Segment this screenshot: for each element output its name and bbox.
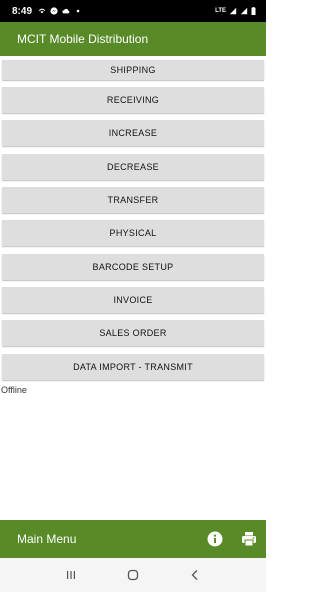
data-import-transmit-button[interactable]: DATA IMPORT - TRANSMIT xyxy=(2,354,264,380)
connection-status: Offline xyxy=(1,385,27,395)
invoice-button[interactable]: INVOICE xyxy=(2,287,264,313)
barcode-setup-button[interactable]: BARCODE SETUP xyxy=(2,254,264,280)
cloud-icon xyxy=(62,8,70,14)
physical-button[interactable]: PHYSICAL xyxy=(2,220,264,246)
notification-dot-icon xyxy=(76,9,80,13)
status-bar: 8:49 LTE xyxy=(0,0,266,22)
bottom-bar: Main Menu xyxy=(0,520,266,558)
signal-2-icon xyxy=(240,7,248,15)
app-bar: MCIT Mobile Distribution xyxy=(0,22,266,56)
info-icon[interactable] xyxy=(207,531,223,547)
back-icon[interactable] xyxy=(188,568,202,582)
system-navigation-bar xyxy=(0,558,266,592)
increase-button[interactable]: INCREASE xyxy=(2,120,264,146)
print-icon[interactable] xyxy=(241,531,257,547)
app-title: MCIT Mobile Distribution xyxy=(17,32,149,46)
bottom-bar-title: Main Menu xyxy=(17,532,77,546)
sales-order-button[interactable]: SALES ORDER xyxy=(2,320,264,346)
battery-icon xyxy=(251,7,256,15)
decrease-button[interactable]: DECREASE xyxy=(2,154,264,180)
receiving-button[interactable]: RECEIVING xyxy=(2,87,264,113)
home-icon[interactable] xyxy=(126,568,140,582)
messenger-icon xyxy=(50,7,58,15)
status-time: 8:49 xyxy=(12,5,33,17)
recent-apps-icon[interactable] xyxy=(64,568,78,582)
shipping-button[interactable]: SHIPPING xyxy=(2,60,264,80)
network-type-label: LTE xyxy=(215,8,226,14)
signal-icon xyxy=(229,7,237,15)
wifi-calling-icon xyxy=(38,8,46,14)
transfer-button[interactable]: TRANSFER xyxy=(2,187,264,213)
